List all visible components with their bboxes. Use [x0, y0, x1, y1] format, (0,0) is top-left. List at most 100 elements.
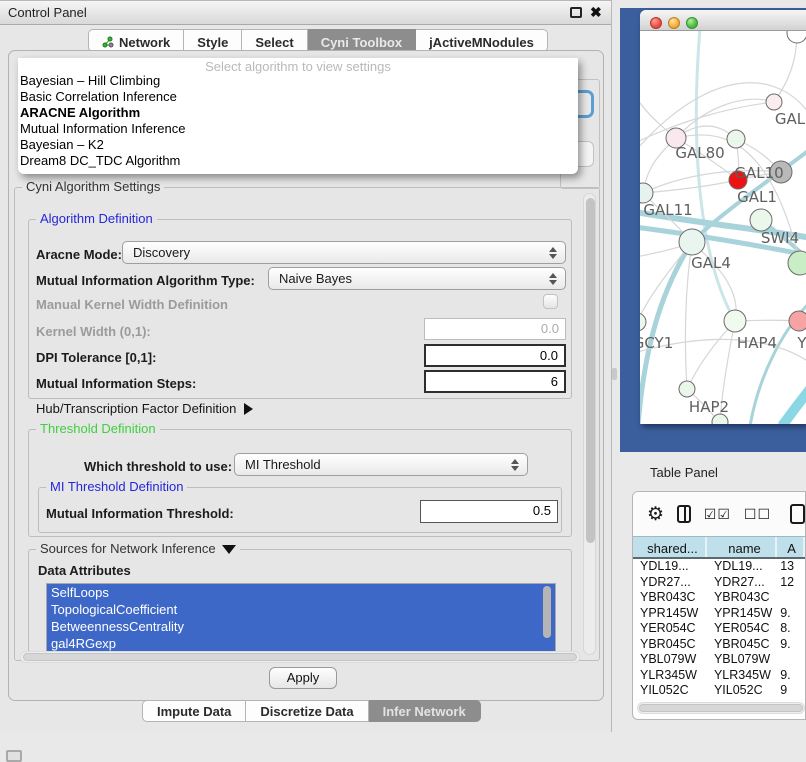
tab-style-label: Style	[197, 35, 228, 50]
mi-threshold-field[interactable]: 0.5	[420, 500, 558, 523]
table-row[interactable]: YER054C YER054C 8.	[633, 621, 805, 637]
algorithm-dropdown-item[interactable]: Bayesian – K2	[18, 137, 578, 153]
network-node[interactable]	[789, 311, 806, 331]
settings-scrollbar-thumb[interactable]	[586, 198, 595, 543]
select-all-icon[interactable]: ☑☑	[704, 506, 731, 523]
network-node[interactable]	[724, 310, 746, 332]
node-label: GAL80	[675, 144, 724, 162]
algorithm-dropdown-item[interactable]: Mutual Information Inference	[18, 121, 578, 137]
new-table-icon[interactable]	[790, 504, 805, 524]
attribute-list-item[interactable]: SelfLoops	[47, 584, 555, 601]
settings-hscrollbar-track[interactable]	[20, 651, 580, 663]
settings-hscrollbar-thumb[interactable]	[23, 653, 577, 661]
tab-jactivemnodules-label: jActiveMNodules	[429, 35, 534, 50]
network-node[interactable]	[787, 31, 806, 43]
tab-cyni-toolbox[interactable]: Cyni Toolbox	[308, 29, 416, 52]
settings-scrollbar-track[interactable]	[583, 193, 596, 655]
table-row[interactable]: YPR145W YPR145W 9.	[633, 606, 805, 622]
tab-cyni-toolbox-label: Cyni Toolbox	[321, 35, 402, 50]
sources-title-text: Sources for Network Inference	[40, 541, 216, 556]
mi-steps-field[interactable]: 6	[424, 370, 566, 393]
tab-jactivemnodules[interactable]: jActiveMNodules	[416, 29, 548, 52]
algorithm-dropdown-item[interactable]: Dream8 DC_TDC Algorithm	[18, 153, 578, 169]
table-row[interactable]: YBR043C YBR043C	[633, 590, 805, 606]
float-window-icon[interactable]	[570, 7, 582, 18]
tab-network[interactable]: Network	[88, 29, 184, 52]
algorithm-dropdown-item[interactable]: Bayesian – Hill Climbing	[18, 73, 578, 89]
dpi-tolerance-field[interactable]: 0.0	[424, 344, 566, 367]
zoom-window-icon[interactable]	[686, 17, 698, 29]
attribute-list-item[interactable]: gal4RGexp	[47, 635, 555, 652]
minimize-window-icon[interactable]	[668, 17, 680, 29]
close-window-icon[interactable]	[650, 17, 662, 29]
node-label: GAL4	[691, 254, 731, 272]
node-label: GAL	[775, 110, 806, 128]
network-icon	[102, 36, 114, 48]
table-row[interactable]: YBL079W YBL079W	[633, 652, 805, 668]
manual-kernel-checkbox[interactable]	[543, 294, 558, 309]
manual-kernel-label: Manual Kernel Width Definition	[36, 297, 228, 312]
table-row[interactable]: YLR345W YLR345W 9.	[633, 668, 805, 684]
tab-infer-network[interactable]: Infer Network	[369, 700, 481, 722]
minimized-panel-icon[interactable]	[6, 750, 22, 762]
tab-discretize-data[interactable]: Discretize Data	[246, 700, 368, 722]
tab-impute-data[interactable]: Impute Data	[142, 700, 246, 722]
attributes-scrollbar-thumb[interactable]	[543, 586, 551, 638]
algorithm-dropdown-item[interactable]: Basic Correlation Inference	[18, 89, 578, 105]
table-hscrollbar-track[interactable]	[637, 702, 805, 714]
column-header-shared-name[interactable]: shared...	[633, 537, 707, 557]
mi-threshold-definition-title: MI Threshold Definition	[46, 479, 187, 494]
gear-icon[interactable]: ⚙	[647, 503, 664, 526]
table-row[interactable]: YDR27... YDR27... 12	[633, 575, 805, 591]
network-node[interactable]	[679, 381, 695, 397]
network-node[interactable]	[727, 130, 745, 148]
network-node[interactable]	[640, 313, 646, 331]
node-label: GAL1	[737, 188, 777, 206]
mi-threshold-label: Mutual Information Threshold:	[46, 506, 234, 521]
network-node[interactable]	[640, 183, 653, 203]
network-node[interactable]	[788, 251, 806, 275]
algorithm-definition-title: Algorithm Definition	[36, 211, 157, 226]
panel-divider-grip[interactable]	[612, 368, 617, 380]
network-node[interactable]	[750, 209, 772, 231]
which-threshold-combobox[interactable]: MI Threshold	[234, 453, 528, 476]
columns-icon[interactable]	[677, 505, 691, 523]
node-label: GCY1	[640, 334, 673, 352]
network-window-titlebar[interactable]	[640, 10, 806, 31]
deselect-all-icon[interactable]: ☐☐	[744, 506, 771, 523]
node-label: GAL10	[734, 164, 783, 182]
hub-definition-toggle[interactable]: Hub/Transcription Factor Definition	[36, 401, 253, 416]
tab-style[interactable]: Style	[184, 29, 242, 52]
apply-button[interactable]: Apply	[269, 667, 337, 689]
aracne-mode-label: Aracne Mode:	[36, 247, 122, 262]
thick-edge	[782, 384, 806, 424]
column-header-partial[interactable]: A	[777, 537, 805, 557]
attributes-scrollbar-track[interactable]	[541, 586, 553, 648]
table-row[interactable]: YIL052C YIL052C 9	[633, 683, 805, 699]
node-label: HAP2	[689, 398, 729, 416]
algorithm-dropdown-item[interactable]: ARACNE Algorithm	[18, 105, 578, 121]
collapsed-arrow-icon	[244, 403, 253, 415]
mi-type-combobox[interactable]: Naive Bayes	[268, 267, 566, 290]
column-header-name[interactable]: name	[707, 537, 777, 557]
dropdown-prompt: Select algorithm to view settings	[18, 58, 578, 73]
expanded-arrow-icon[interactable]	[222, 545, 236, 554]
aracne-mode-combobox[interactable]: Discovery	[122, 241, 566, 264]
mi-type-value: Naive Bayes	[279, 271, 352, 286]
close-icon[interactable]: ✖	[590, 4, 602, 21]
control-panel-title: Control Panel	[8, 5, 87, 20]
table-row[interactable]: YBR045C YBR045C 9.	[633, 637, 805, 653]
network-canvas[interactable]: GALGAL80GAL10GAL1GAL11SWI4GAL4GCY1HAP4YH…	[640, 31, 806, 424]
network-node[interactable]	[679, 229, 705, 255]
table-toolbar: ⚙ ☑☑ ☐☐	[633, 492, 805, 536]
tab-select[interactable]: Select	[242, 29, 307, 52]
network-node[interactable]	[766, 94, 782, 110]
data-attributes-list[interactable]: SelfLoopsTopologicalCoefficientBetweenne…	[46, 583, 556, 653]
attribute-list-item[interactable]: BetweennessCentrality	[47, 618, 555, 635]
table-hscrollbar-thumb[interactable]	[639, 704, 803, 712]
node-label: Y	[796, 334, 806, 352]
kernel-width-field[interactable]: 0.0	[424, 318, 566, 340]
table-row[interactable]: YDL19... YDL19... 13	[633, 559, 805, 575]
network-view-window: GALGAL80GAL10GAL1GAL11SWI4GAL4GCY1HAP4YH…	[640, 10, 806, 424]
attribute-list-item[interactable]: TopologicalCoefficient	[47, 601, 555, 618]
